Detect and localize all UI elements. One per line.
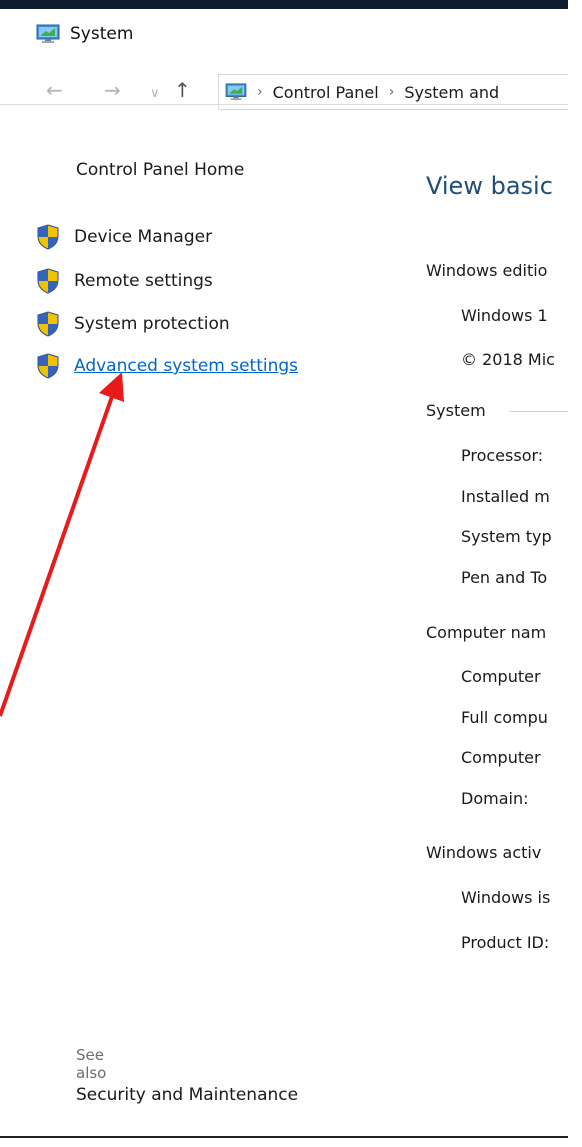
windows-edition-section: Windows editio	[426, 261, 548, 280]
window-right-edge	[568, 0, 582, 1147]
chevron-down-icon[interactable]: ∨	[150, 82, 160, 106]
monitor-icon	[225, 83, 247, 101]
breadcrumb-separator-icon[interactable]: ›	[389, 84, 395, 100]
system-type-row: System typ	[461, 527, 552, 546]
advanced-system-settings-link[interactable]: Advanced system settings	[74, 356, 298, 376]
sidebar-item-label: Remote settings	[74, 271, 213, 291]
uac-shield-icon	[37, 311, 59, 337]
sidebar-item-advanced-system-settings[interactable]: Advanced system settings	[36, 353, 298, 379]
breadcrumb-control-panel[interactable]: Control Panel	[273, 83, 379, 102]
page-title: View basic	[426, 172, 553, 200]
sidebar-item-remote-settings[interactable]: Remote settings	[36, 268, 213, 294]
arrow-right-icon[interactable]: →	[104, 78, 121, 102]
domain-row: Domain:	[461, 789, 529, 808]
breadcrumb-separator-icon[interactable]: ›	[257, 84, 263, 100]
security-and-maintenance-link[interactable]: Security and Maintenance	[76, 1085, 298, 1105]
system-section: System	[426, 401, 486, 420]
pen-and-touch-row: Pen and To	[461, 568, 548, 587]
window-bottom-border	[0, 1136, 568, 1138]
installed-memory-row: Installed m	[461, 487, 550, 506]
arrow-left-icon[interactable]: ←	[46, 78, 63, 102]
sidebar-item-label: Device Manager	[74, 227, 213, 247]
uac-shield-icon	[37, 224, 59, 250]
annotation-arrow-shaft	[0, 387, 117, 717]
copyright-row: © 2018 Mic	[461, 350, 555, 369]
control-panel-home-link[interactable]: Control Panel Home	[76, 160, 244, 180]
edition-row: Windows 1	[461, 306, 548, 325]
arrow-up-icon[interactable]: ↑	[174, 78, 191, 102]
see-also-heading: See also	[76, 1046, 107, 1082]
monitor-icon	[36, 24, 60, 43]
processor-row: Processor:	[461, 446, 544, 465]
uac-shield-icon	[37, 268, 59, 294]
title-bar: System	[36, 24, 133, 44]
sidebar-item-system-protection[interactable]: System protection	[36, 311, 230, 337]
windows-activation-section: Windows activ	[426, 843, 542, 862]
sidebar-item-device-manager[interactable]: Device Manager	[36, 224, 212, 250]
activation-status-row: Windows is	[461, 888, 551, 907]
uac-shield-icon	[37, 353, 59, 379]
main-panel: View basic Windows editio Windows 1 © 20…	[426, 0, 582, 1147]
sidebar-item-label: System protection	[74, 314, 230, 334]
window-title: System	[70, 24, 134, 44]
full-computer-name-row: Full compu	[461, 708, 548, 727]
product-id-row: Product ID:	[461, 933, 550, 952]
computer-name-section: Computer nam	[426, 623, 547, 642]
computer-name-row: Computer	[461, 667, 541, 686]
computer-description-row: Computer	[461, 748, 541, 767]
